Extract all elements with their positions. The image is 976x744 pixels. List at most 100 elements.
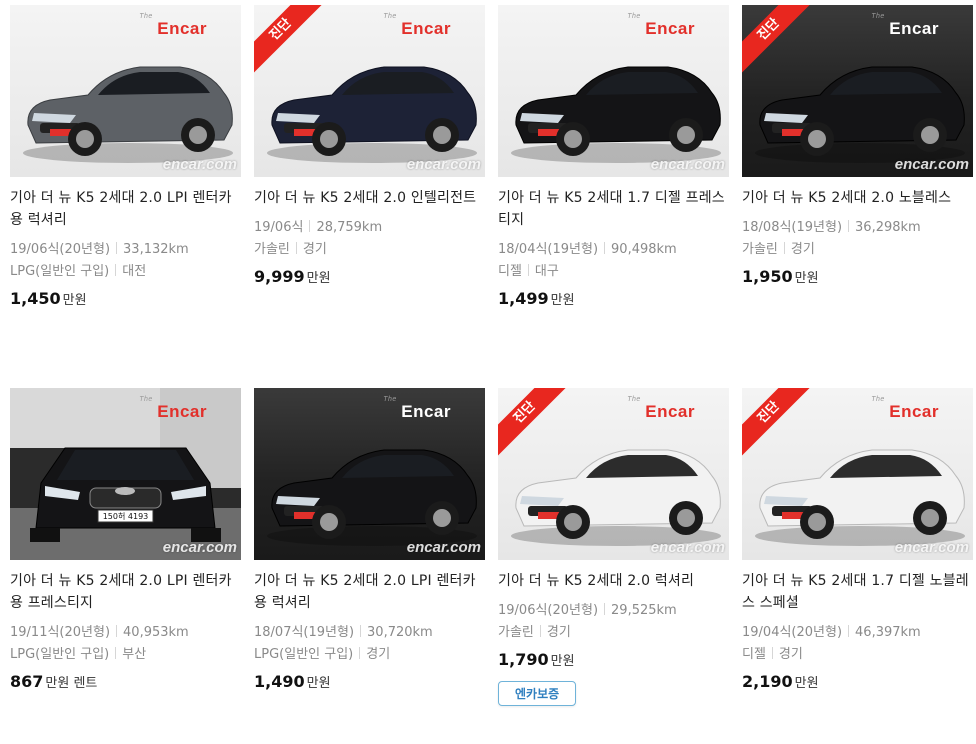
car-meta-line-1: 19/04식(20년형) 46,397km bbox=[742, 622, 973, 644]
car-thumbnail[interactable]: The Encar encar.com bbox=[10, 5, 241, 177]
price-unit: 만원 bbox=[62, 293, 87, 308]
car-meta-line-2: 가솔린 경기 bbox=[254, 239, 485, 261]
diagnosis-ribbon: 진단 bbox=[742, 5, 812, 75]
car-meta-line-2: LPG(일반인 구입) 경기 bbox=[254, 644, 485, 666]
car-mileage: 36,298km bbox=[855, 220, 921, 235]
price-value: 2,190 bbox=[742, 672, 793, 691]
car-year: 19/04식(20년형) bbox=[742, 625, 843, 640]
car-price: 867 만원 렌트 bbox=[10, 672, 241, 691]
car-year: 19/06식(20년형) bbox=[498, 603, 599, 618]
divider bbox=[116, 242, 118, 254]
car-fuel: 디젤 bbox=[498, 264, 522, 279]
car-listing-card[interactable]: The Encar encar.com 진단 기아 더 뉴 K5 2세대 2.0 노… bbox=[742, 5, 973, 286]
car-price: 1,450 만원 bbox=[10, 289, 241, 308]
encar-warranty-badge[interactable]: 엔카보증 bbox=[498, 681, 577, 706]
car-price: 1,499 만원 bbox=[498, 289, 729, 308]
car-year: 18/08식(19년형) bbox=[742, 220, 843, 235]
car-mileage: 28,759km bbox=[316, 220, 383, 235]
car-region: 경기 bbox=[546, 625, 571, 640]
price-suffix: 렌트 bbox=[73, 676, 98, 691]
car-title[interactable]: 기아 더 뉴 K5 2세대 1.7 디젤 노블레스 스페셜 bbox=[742, 570, 973, 614]
encar-logo: The Encar bbox=[383, 13, 451, 38]
watermark: encar.com bbox=[894, 156, 969, 173]
car-meta-line-1: 19/11식(20년형) 40,953km bbox=[10, 622, 241, 644]
car-year: 18/07식(19년형) bbox=[254, 625, 355, 640]
car-meta-line-1: 19/06식 28,759km bbox=[254, 217, 485, 239]
car-thumbnail[interactable]: The Encar encar.com bbox=[498, 5, 729, 177]
car-region: 경기 bbox=[778, 647, 803, 662]
car-price: 9,999 만원 bbox=[254, 267, 485, 286]
divider bbox=[771, 647, 773, 659]
divider bbox=[116, 625, 118, 637]
encar-logo: The Encar bbox=[383, 396, 451, 421]
car-region: 부산 bbox=[122, 647, 147, 662]
car-meta-line-2: LPG(일반인 구입) 부산 bbox=[10, 644, 241, 666]
price-unit: 만원 bbox=[794, 271, 819, 286]
encar-logo: The Encar bbox=[627, 13, 695, 38]
car-fuel: LPG(일반인 구입) bbox=[254, 647, 354, 662]
price-unit: 만원 bbox=[306, 271, 331, 286]
car-meta-line-1: 18/07식(19년형) 30,720km bbox=[254, 622, 485, 644]
car-meta-line-1: 18/04식(19년형) 90,498km bbox=[498, 239, 729, 261]
price-unit: 만원 bbox=[550, 654, 575, 669]
car-price: 1,790 만원 bbox=[498, 650, 729, 669]
car-region: 경기 bbox=[302, 242, 327, 257]
car-fuel: 가솔린 bbox=[742, 242, 778, 257]
car-listing-card[interactable]: The Encar encar.com 기아 더 뉴 K5 2세대 2.0 LPI… bbox=[10, 5, 241, 308]
car-fuel: 가솔린 bbox=[254, 242, 290, 257]
diagnosis-ribbon: 진단 bbox=[742, 388, 812, 458]
car-meta-line-2: 가솔린 경기 bbox=[498, 622, 729, 644]
car-thumbnail[interactable]: 150허 4193 The Encar encar.com bbox=[10, 388, 241, 560]
watermark: encar.com bbox=[894, 539, 969, 556]
divider bbox=[848, 220, 850, 232]
watermark: encar.com bbox=[162, 539, 237, 556]
car-price: 2,190 만원 bbox=[742, 672, 973, 691]
car-title[interactable]: 기아 더 뉴 K5 2세대 2.0 LPI 렌터카용 럭셔리 bbox=[254, 570, 485, 614]
car-meta-line-1: 18/08식(19년형) 36,298km bbox=[742, 217, 973, 239]
car-meta-line-2: LPG(일반인 구입) 대전 bbox=[10, 261, 241, 283]
car-title[interactable]: 기아 더 뉴 K5 2세대 2.0 LPI 렌터카용 럭셔리 bbox=[10, 187, 241, 231]
divider bbox=[309, 220, 311, 232]
car-thumbnail[interactable]: The Encar encar.com 진단 bbox=[254, 5, 485, 177]
car-listing-card[interactable]: The Encar encar.com 진단 기아 더 뉴 K5 2세대 2.0 인… bbox=[254, 5, 485, 286]
car-meta-line-2: 가솔린 경기 bbox=[742, 239, 973, 261]
car-region: 경기 bbox=[790, 242, 815, 257]
car-listing-card[interactable]: The Encar encar.com 진단 기아 더 뉴 K5 2세대 2.0 럭… bbox=[498, 388, 729, 706]
car-title[interactable]: 기아 더 뉴 K5 2세대 2.0 노블레스 bbox=[742, 187, 973, 209]
watermark: encar.com bbox=[162, 156, 237, 173]
watermark: encar.com bbox=[650, 539, 725, 556]
encar-logo: The Encar bbox=[139, 396, 207, 421]
car-title[interactable]: 기아 더 뉴 K5 2세대 1.7 디젤 프레스티지 bbox=[498, 187, 729, 231]
divider bbox=[115, 647, 117, 659]
car-title[interactable]: 기아 더 뉴 K5 2세대 2.0 LPI 렌터카용 프레스티지 bbox=[10, 570, 241, 614]
car-thumbnail[interactable]: The Encar encar.com 진단 bbox=[742, 5, 973, 177]
car-year: 19/06식 bbox=[254, 220, 304, 235]
encar-logo: The Encar bbox=[871, 396, 939, 421]
car-thumbnail[interactable]: The Encar encar.com bbox=[254, 388, 485, 560]
diagnosis-ribbon: 진단 bbox=[254, 5, 324, 75]
car-title[interactable]: 기아 더 뉴 K5 2세대 2.0 럭셔리 bbox=[498, 570, 729, 592]
car-thumbnail[interactable]: The Encar encar.com 진단 bbox=[742, 388, 973, 560]
car-year: 18/04식(19년형) bbox=[498, 242, 599, 257]
divider bbox=[360, 625, 362, 637]
price-unit: 만원 bbox=[794, 676, 819, 691]
car-fuel: 디젤 bbox=[742, 647, 766, 662]
price-value: 9,999 bbox=[254, 267, 305, 286]
car-listing-card[interactable]: The Encar encar.com 진단 기아 더 뉴 K5 2세대 1.7 디… bbox=[742, 388, 973, 691]
price-value: 1,490 bbox=[254, 672, 305, 691]
price-value: 1,499 bbox=[498, 289, 549, 308]
car-listing-card[interactable]: The Encar encar.com 기아 더 뉴 K5 2세대 1.7 디젤 … bbox=[498, 5, 729, 308]
car-thumbnail[interactable]: The Encar encar.com 진단 bbox=[498, 388, 729, 560]
price-value: 1,950 bbox=[742, 267, 793, 286]
car-title[interactable]: 기아 더 뉴 K5 2세대 2.0 인텔리전트 bbox=[254, 187, 485, 209]
car-region: 대구 bbox=[534, 264, 559, 279]
car-mileage: 90,498km bbox=[611, 242, 677, 257]
car-meta-line-2: 디젤 대구 bbox=[498, 261, 729, 283]
divider bbox=[848, 625, 850, 637]
car-listing-card[interactable]: 150허 4193 The Encar encar.com 기아 더 뉴 K5 2… bbox=[10, 388, 241, 691]
car-region: 경기 bbox=[366, 647, 391, 662]
encar-logo: The Encar bbox=[871, 13, 939, 38]
car-listing-card[interactable]: The Encar encar.com 기아 더 뉴 K5 2세대 2.0 LPI… bbox=[254, 388, 485, 691]
divider bbox=[539, 625, 541, 637]
svg-text:150허 4193: 150허 4193 bbox=[103, 512, 149, 521]
